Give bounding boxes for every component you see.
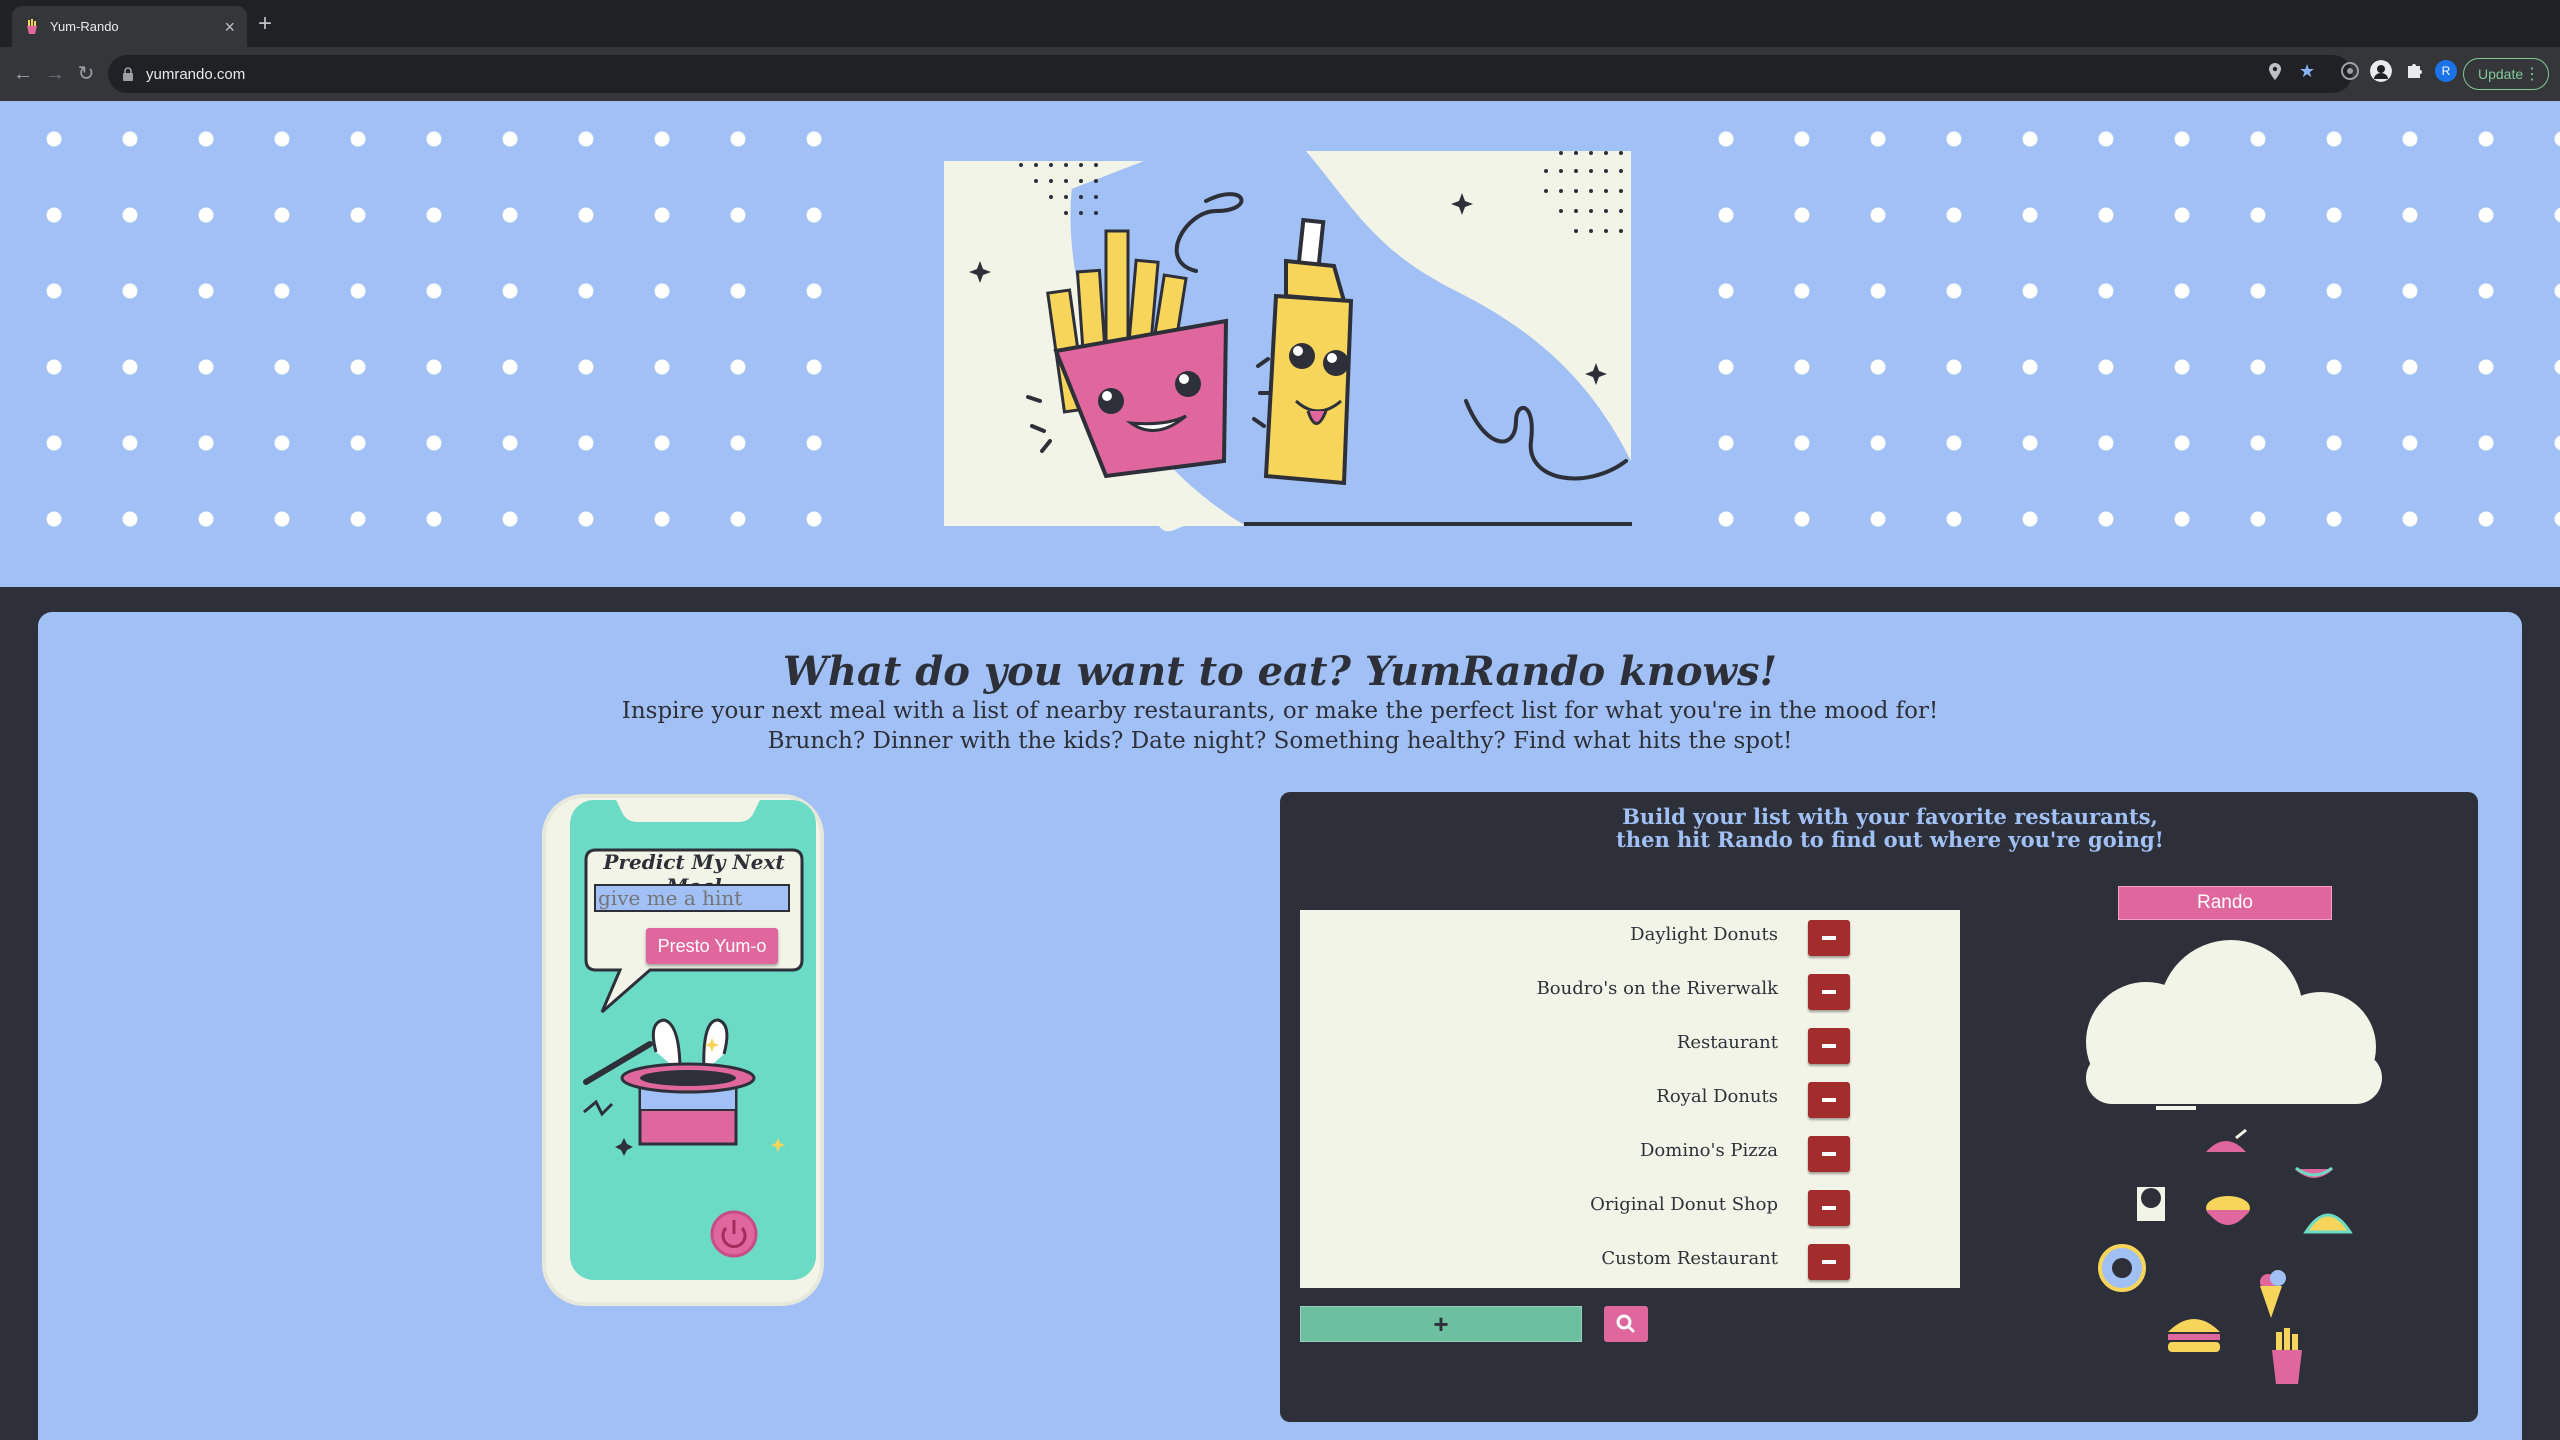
intro-line-2: Brunch? Dinner with the kids? Date night… [767, 728, 1793, 754]
page-content: What do you want to eat? YumRando knows!… [0, 101, 2560, 1440]
list-item: Daylight Donuts [1300, 910, 1960, 964]
address-bar[interactable]: yumrando.com [108, 55, 2352, 93]
main-card: What do you want to eat? YumRando knows!… [38, 612, 2522, 1440]
falling-food-icons [2098, 1128, 2353, 1384]
remove-restaurant-button[interactable] [1808, 1028, 1850, 1064]
menu-dots-icon[interactable]: ⋮ [2524, 64, 2540, 84]
profile-initial-icon[interactable]: R [2435, 60, 2457, 82]
restaurant-list-panel: Build your list with your favorite resta… [1280, 792, 2478, 1422]
tab-close-icon[interactable]: × [224, 18, 235, 36]
forward-icon[interactable]: → [42, 61, 68, 87]
remove-restaurant-button[interactable] [1808, 1244, 1850, 1280]
list-item: Custom Restaurant [1300, 1234, 1960, 1288]
list-item: Domino's Pizza [1300, 1126, 1960, 1180]
browser-tabstrip: Yum-Rando × + [0, 0, 2560, 47]
food-cloud-illustration [2086, 940, 2382, 1384]
list-item: Restaurant [1300, 1018, 1960, 1072]
list-item: Boudro's on the Riverwalk [1300, 964, 1960, 1018]
browser-toolbar: ← → ↻ yumrando.com ★ R Update ⋮ [0, 47, 2560, 101]
restaurant-name: Boudro's on the Riverwalk [1536, 978, 1778, 999]
add-restaurant-button[interactable]: + [1300, 1306, 1582, 1342]
extensions-puzzle-icon[interactable] [2403, 60, 2425, 82]
instructions-line-1: Build your list with your favorite resta… [1622, 804, 2158, 829]
update-label: Update [2478, 66, 2524, 82]
location-pin-icon[interactable] [2268, 63, 2282, 81]
predictor-phone: Predict My Next Meal Presto Yum-o [540, 792, 826, 1313]
page-headline: What do you want to eat? YumRando knows! [782, 648, 1778, 695]
bookmark-star-icon[interactable]: ★ [2299, 61, 2315, 82]
list-item: Royal Donuts [1300, 1072, 1960, 1126]
presto-button[interactable]: Presto Yum-o [646, 928, 778, 964]
remove-restaurant-button[interactable] [1808, 1082, 1850, 1118]
url-text: yumrando.com [146, 65, 246, 83]
profile-avatar-icon[interactable] [2370, 60, 2392, 82]
hero-banner [0, 101, 2560, 587]
restaurant-name: Royal Donuts [1656, 1086, 1778, 1107]
remove-restaurant-button[interactable] [1808, 1136, 1850, 1172]
list-item: Original Donut Shop [1300, 1180, 1960, 1234]
restaurant-name: Custom Restaurant [1601, 1248, 1778, 1269]
hero-illustration [856, 101, 1704, 587]
fries-mustard-illustration [944, 151, 1632, 532]
fries-favicon-icon [27, 18, 37, 34]
hint-input[interactable] [594, 884, 790, 912]
lock-icon [123, 67, 133, 81]
back-icon[interactable]: ← [10, 61, 36, 87]
search-button[interactable] [1604, 1306, 1648, 1342]
rando-button[interactable]: Rando [2118, 886, 2332, 920]
restaurant-name: Original Donut Shop [1590, 1194, 1778, 1215]
reload-icon[interactable]: ↻ [73, 61, 99, 87]
restaurant-name: Restaurant [1676, 1032, 1778, 1053]
extension-circle-icon[interactable] [2339, 60, 2361, 82]
restaurant-name: Domino's Pizza [1640, 1140, 1778, 1161]
update-button[interactable]: Update ⋮ [2463, 58, 2549, 90]
browser-tab[interactable]: Yum-Rando × [12, 6, 247, 47]
instructions-line-2: then hit Rando to find out where you're … [1616, 827, 2164, 852]
remove-restaurant-button[interactable] [1808, 1190, 1850, 1226]
restaurant-name: Daylight Donuts [1630, 924, 1778, 945]
tab-title: Yum-Rando [50, 19, 119, 34]
new-tab-button[interactable]: + [258, 12, 272, 36]
remove-restaurant-button[interactable] [1808, 974, 1850, 1010]
restaurant-list: Daylight Donuts Boudro's on the Riverwal… [1300, 910, 1960, 1288]
search-icon [1616, 1314, 1635, 1333]
intro-line-1: Inspire your next meal with a list of ne… [621, 698, 1939, 724]
remove-restaurant-button[interactable] [1808, 920, 1850, 956]
